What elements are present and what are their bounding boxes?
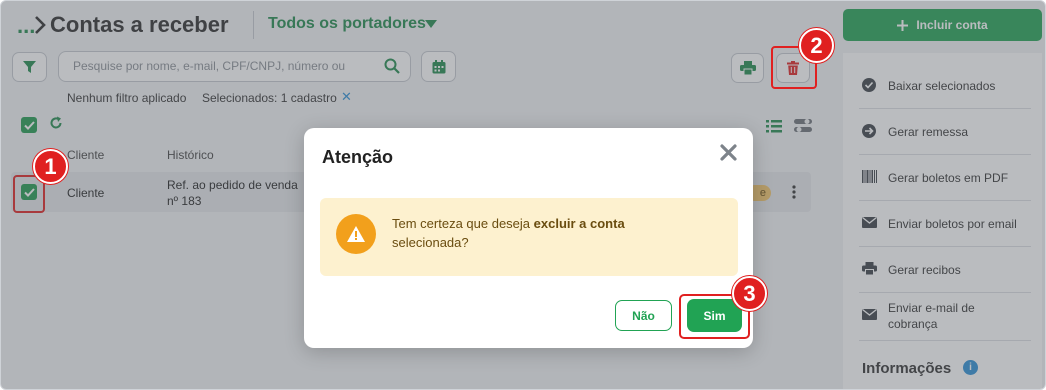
step-marker-2: 2: [799, 28, 834, 63]
warning-message-suffix: selecionada?: [392, 235, 469, 250]
app-window: ... Contas a receber Todos os portadores…: [0, 0, 1046, 390]
warning-message: Tem certeza que deseja excluir a conta s…: [392, 214, 722, 252]
warning-message-prefix: Tem certeza que deseja: [392, 216, 534, 231]
cancel-button[interactable]: Não: [615, 300, 672, 331]
warning-icon: [336, 214, 376, 254]
warning-message-emphasis: excluir a conta: [533, 216, 625, 231]
dialog-title: Atenção: [322, 147, 394, 167]
step-marker-3: 3: [732, 276, 767, 311]
step-marker-1: 1: [33, 149, 68, 184]
close-icon[interactable]: [720, 144, 737, 161]
warning-message-box: Tem certeza que deseja excluir a conta s…: [320, 198, 738, 276]
